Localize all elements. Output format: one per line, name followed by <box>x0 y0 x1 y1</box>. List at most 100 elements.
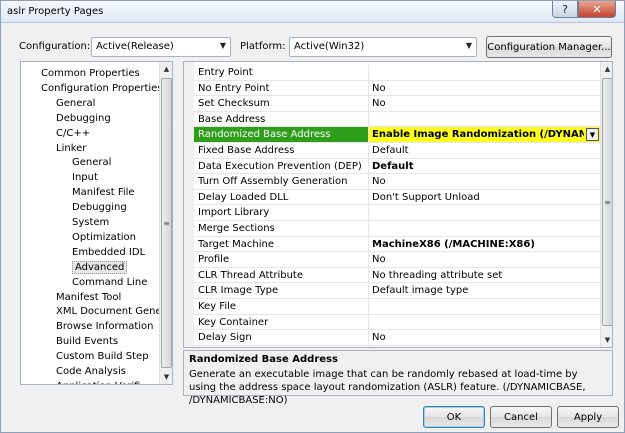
property-value[interactable]: MachineX86 (/MACHINE:X86) <box>372 239 592 250</box>
configuration-select[interactable]: Active(Release) ▼ <box>91 37 231 57</box>
value-dropdown-button[interactable]: ▼ <box>586 128 599 142</box>
tree-item[interactable]: General <box>56 96 95 111</box>
property-row[interactable]: Target Machine MachineX86 (/MACHINE:X86) <box>194 236 600 253</box>
property-name: Entry Point <box>198 67 253 78</box>
property-name: CLR Thread Attribute <box>198 269 303 281</box>
configuration-manager-button[interactable]: Configuration Manager... <box>486 36 612 58</box>
description-text: Generate an executable image that can be… <box>189 369 586 406</box>
column-divider <box>368 96 369 111</box>
configuration-label: Configuration: <box>19 41 91 52</box>
property-name: Delay Loaded DLL <box>198 191 289 203</box>
tree-scrollbar[interactable]: ▲ ≡ ▼ <box>159 62 172 384</box>
property-name: Key File <box>198 301 237 312</box>
property-name: Base Address <box>198 113 266 125</box>
scroll-up-icon[interactable]: ▲ <box>601 62 612 76</box>
property-value[interactable]: No <box>372 254 592 265</box>
grid-gutter <box>184 62 194 347</box>
property-row[interactable]: Key File <box>194 299 600 315</box>
tree-item[interactable]: Linker <box>56 141 86 156</box>
property-name: Set Checksum <box>198 98 270 110</box>
tree-item-label: Application Verifi <box>56 381 140 384</box>
property-row[interactable]: Turn Off Assembly Generation No <box>194 174 600 190</box>
property-row[interactable]: Randomized Base Address Enable Image Rand… <box>194 127 600 143</box>
property-value[interactable]: No <box>372 332 592 343</box>
tree-item-label: Advanced <box>72 260 128 274</box>
property-name: Randomized Base Address <box>198 129 331 141</box>
grid-scrollbar[interactable]: ▲ ≡ ▼ <box>600 62 612 347</box>
property-row[interactable]: Profile No <box>194 252 600 268</box>
property-row[interactable]: Merge Sections <box>194 221 600 237</box>
property-row[interactable]: No Entry Point No <box>194 80 600 97</box>
tree-item[interactable]: C/C++ <box>56 126 90 141</box>
tree-item-label: General <box>56 97 96 109</box>
platform-select[interactable]: Active(Win32) ▼ <box>289 37 477 57</box>
property-row[interactable]: Base Address <box>194 111 600 128</box>
tree-item[interactable]: Command Line <box>72 275 147 290</box>
scroll-down-icon[interactable]: ▼ <box>601 333 612 347</box>
tree-item[interactable]: General <box>72 155 111 170</box>
property-value[interactable]: No threading attribute set <box>372 270 592 281</box>
property-row[interactable]: Data Execution Prevention (DEP) Default <box>194 158 600 175</box>
tree-item[interactable]: Optimization <box>72 230 136 245</box>
scroll-down-icon[interactable]: ▼ <box>160 370 172 384</box>
column-divider <box>368 111 369 127</box>
property-value[interactable]: Default <box>372 145 592 156</box>
tree-item[interactable]: Common Properties <box>41 66 140 81</box>
tree-item[interactable]: XML Document Genera <box>56 304 172 319</box>
tree-item[interactable]: Browse Information <box>56 319 153 334</box>
property-value[interactable]: Default <box>372 161 592 172</box>
ok-button[interactable]: OK <box>423 406 485 428</box>
tree-item[interactable]: Manifest Tool <box>56 290 121 305</box>
property-row[interactable]: Fixed Base Address Default <box>194 143 600 159</box>
tree-item-label: Manifest Tool <box>56 291 122 303</box>
property-row[interactable]: Entry Point <box>194 65 600 81</box>
apply-button[interactable]: Apply <box>557 406 619 428</box>
property-value[interactable]: No <box>372 98 592 109</box>
help-button[interactable]: ? <box>552 1 578 18</box>
tree-item-label: Custom Build Step <box>56 351 149 363</box>
tree-item[interactable]: Manifest File <box>72 185 135 200</box>
property-row[interactable]: CLR Thread Attribute No threading attribu… <box>194 267 600 284</box>
cancel-button[interactable]: Cancel <box>490 406 552 428</box>
tree-item[interactable]: Configuration Properties <box>41 81 163 96</box>
tree-item[interactable]: Application Verifi <box>56 379 140 384</box>
close-button[interactable]: ✕ <box>578 1 616 18</box>
property-value[interactable]: No <box>372 83 592 94</box>
tree-item[interactable]: System <box>72 215 109 230</box>
tree-item-label: Input <box>72 172 98 184</box>
property-row[interactable]: Delay Sign No <box>194 330 600 346</box>
property-value[interactable]: Default image type <box>372 285 592 296</box>
property-row[interactable]: CLR Image Type Default image type <box>194 283 600 299</box>
tree-item[interactable]: Code Analysis <box>56 364 126 379</box>
scroll-up-icon[interactable]: ▲ <box>160 62 172 76</box>
property-value[interactable]: Enable Image Randomization (/DYNAMICBASE… <box>372 129 584 140</box>
tree-scroll-thumb[interactable]: ≡ <box>161 78 172 368</box>
tree-item-label: Manifest File <box>72 187 135 199</box>
tree-item-label: C/C++ <box>56 127 91 139</box>
platform-label: Platform: <box>240 41 286 52</box>
title-bar[interactable]: aslr Property Pages ? ✕ <box>1 1 624 23</box>
property-name: Import Library <box>198 207 270 219</box>
tree-item[interactable]: Debugging <box>72 200 127 215</box>
description-panel: Randomized Base Address Generate an exec… <box>183 350 613 406</box>
tree-item[interactable]: Input <box>72 170 98 185</box>
property-value[interactable]: Don't Support Unload <box>372 192 592 203</box>
property-row[interactable]: Key Container <box>194 314 600 331</box>
tree-item[interactable]: Debugging <box>56 111 111 126</box>
column-divider <box>368 314 369 330</box>
property-row[interactable]: Import Library <box>194 205 600 221</box>
tree-item-label: System <box>72 217 110 228</box>
tree-item-label: Debugging <box>56 112 111 124</box>
property-name: Delay Sign <box>198 332 252 344</box>
property-name: Key Container <box>198 316 269 328</box>
property-name: Profile <box>198 254 230 266</box>
tree-item[interactable]: Embedded IDL <box>72 245 145 260</box>
property-row[interactable]: Set Checksum No <box>194 96 600 112</box>
tree-item[interactable]: Custom Build Step <box>56 349 149 364</box>
grid-scroll-thumb[interactable]: ≡ <box>602 78 612 326</box>
property-value[interactable]: No <box>372 176 592 187</box>
tree-item[interactable]: Advanced <box>72 260 128 275</box>
property-row[interactable]: Delay Loaded DLL Don't Support Unload <box>194 189 600 206</box>
property-grid: Entry Point No Entry Point No Set Checksum N… <box>183 61 613 348</box>
tree-item[interactable]: Build Events <box>56 334 118 349</box>
